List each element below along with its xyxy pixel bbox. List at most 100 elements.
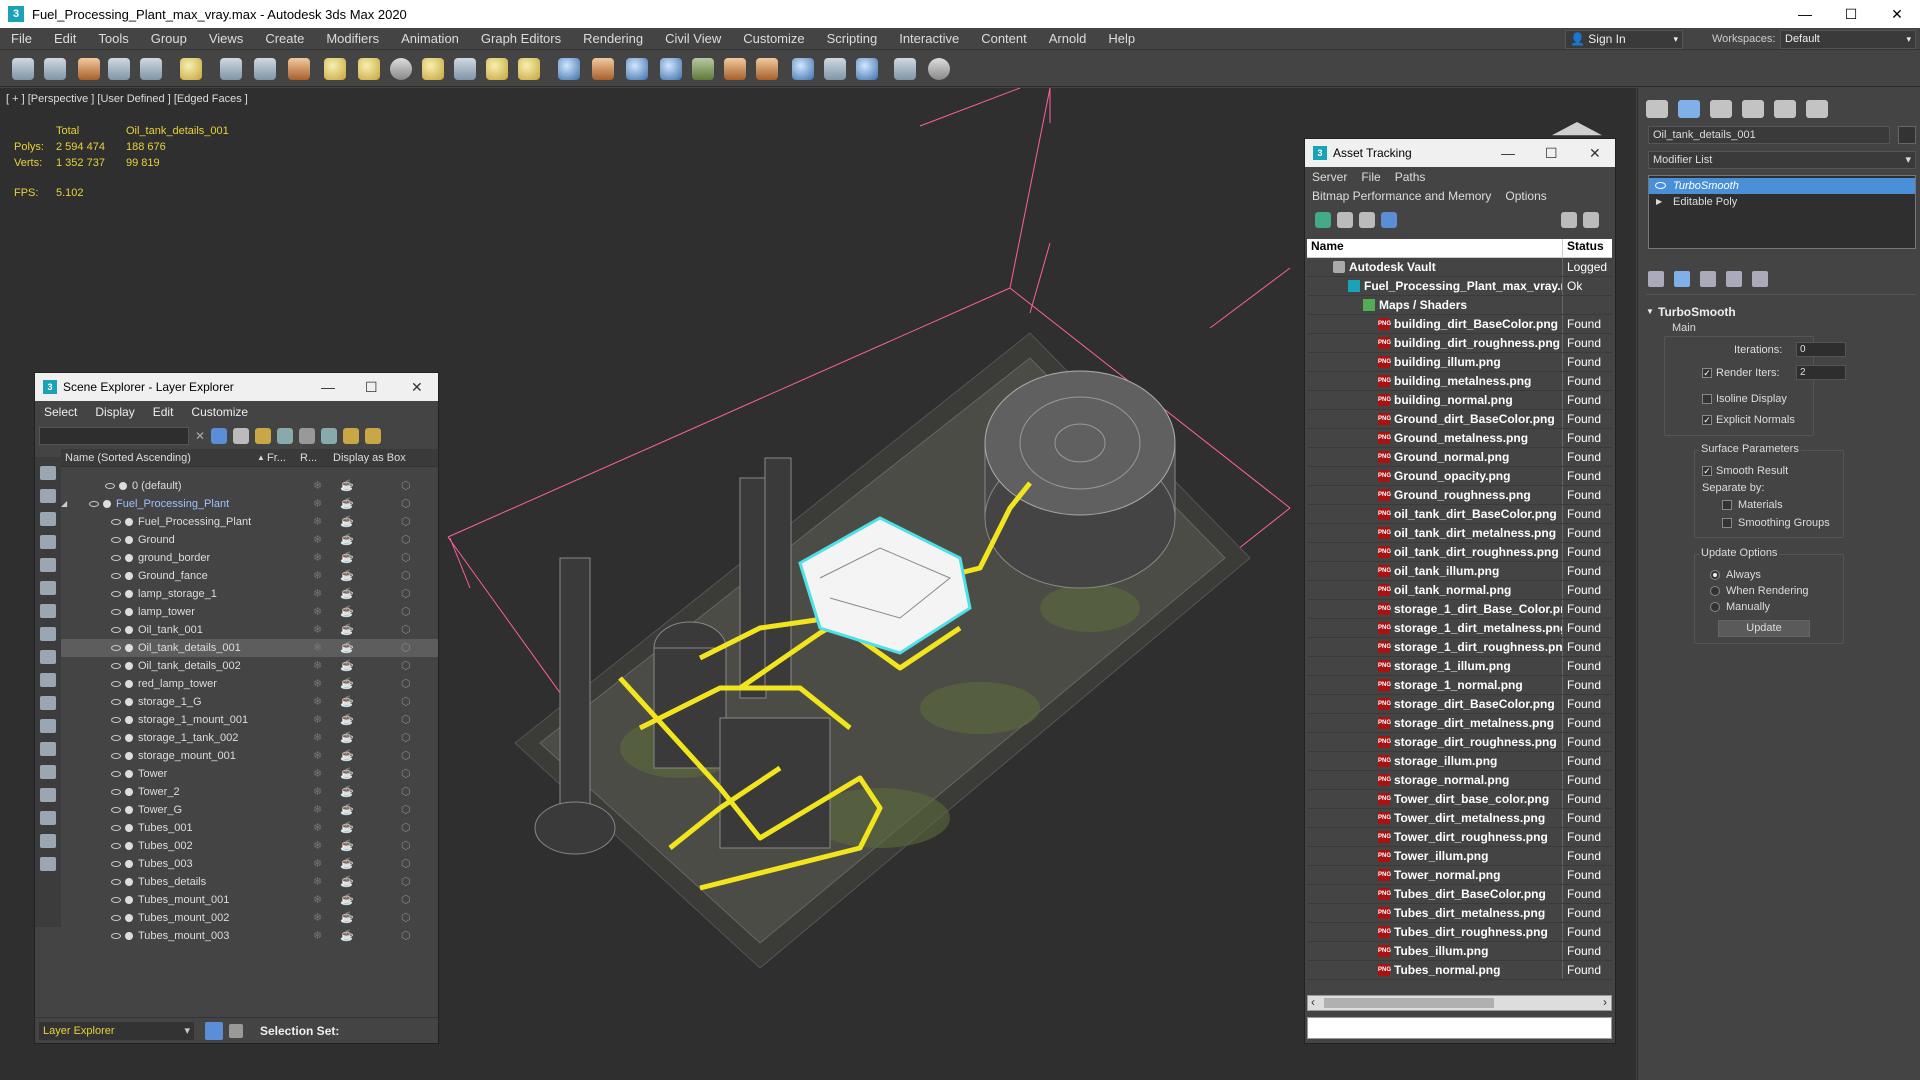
freeze-icon[interactable]: ❄ [313,693,322,711]
hierarchy-toggle-icon[interactable] [229,1024,243,1038]
table-row[interactable]: PNG storage_1_dirt_Base_Color.png Found [1307,600,1612,619]
isoline-display-checkbox[interactable] [1702,394,1712,404]
light-icon[interactable] [486,58,508,80]
array-icon[interactable] [558,58,580,80]
unlink-icon[interactable] [108,58,130,80]
layer-row[interactable]: ◢ Fuel_Processing_Plant ❄ ☕ ⬡ [61,495,438,513]
display-as-box-icon[interactable]: ⬡ [401,891,411,909]
new-layer-icon[interactable] [255,428,272,444]
table-row[interactable]: PNG building_normal.png Found [1307,391,1612,410]
display-as-box-icon[interactable]: ⬡ [401,819,411,837]
visibility-eye-icon[interactable] [111,771,121,777]
menu-server[interactable]: Server [1305,170,1354,184]
freeze-icon[interactable]: ❄ [313,873,322,891]
visibility-eye-icon[interactable] [111,789,121,795]
column-name[interactable]: Name (Sorted Ascending) [61,452,257,464]
display-as-box-icon[interactable]: ⬡ [401,711,411,729]
link-icon[interactable] [78,58,100,80]
folder-icon[interactable] [40,857,56,871]
refresh-icon[interactable] [1315,212,1331,228]
maximize-button[interactable]: ☐ [1545,139,1558,167]
table-row[interactable]: PNG oil_tank_illum.png Found [1307,562,1612,581]
renderable-icon[interactable]: ☕ [340,585,354,603]
display-tab-icon[interactable] [1774,100,1796,118]
clear-search-icon[interactable]: ✕ [195,429,205,443]
expand-arrow-icon[interactable]: ▶ [1656,194,1662,210]
display-as-box-icon[interactable]: ⬡ [401,549,411,567]
menu-modifiers[interactable]: Modifiers [315,28,390,50]
column-display-as-box[interactable]: Display as Box [333,452,406,464]
motion-tab-icon[interactable] [1742,100,1764,118]
table-row[interactable]: PNG Tubes_illum.png Found [1307,942,1612,961]
menu-paths[interactable]: Paths [1388,170,1433,184]
table-row[interactable]: PNG Ground_metalness.png Found [1307,429,1612,448]
table-row[interactable]: PNG building_dirt_BaseColor.png Found [1307,315,1612,334]
search-input[interactable] [39,427,189,445]
display-as-box-icon[interactable]: ⬡ [401,873,411,891]
close-button[interactable]: ✕ [411,373,423,401]
table-row[interactable]: PNG Tower_dirt_metalness.png Found [1307,809,1612,828]
modify-tab-icon[interactable] [1678,100,1700,118]
visibility-eye-icon[interactable] [111,663,121,669]
renderable-icon[interactable]: ☕ [340,675,354,693]
teapot-icon[interactable] [422,58,444,80]
table-row[interactable]: PNG Ground_opacity.png Found [1307,467,1612,486]
display-as-box-icon[interactable]: ⬡ [401,531,411,549]
layer-row[interactable]: lamp_storage_1 ❄ ☕ ⬡ [61,585,438,603]
filter-icon[interactable] [40,811,56,825]
visibility-eye-icon[interactable] [111,519,121,525]
layer-row[interactable]: Tower_2 ❄ ☕ ⬡ [61,783,438,801]
layer-row[interactable]: storage_1_tank_002 ❄ ☕ ⬡ [61,729,438,747]
menu-group[interactable]: Group [140,28,198,50]
smoothing-groups-checkbox[interactable] [1722,518,1732,528]
freeze-icon[interactable]: ❄ [313,783,322,801]
pin-stack-icon[interactable] [1648,271,1664,287]
rotate-icon[interactable] [254,58,276,80]
scroll-right-icon[interactable]: › [1603,995,1607,1009]
freeze-icon[interactable]: ❄ [313,801,322,819]
reactor-icon[interactable] [626,58,648,80]
table-row[interactable]: Autodesk Vault Logged [1307,258,1612,277]
renderable-icon[interactable]: ☕ [340,477,354,495]
update-when-rendering-radio[interactable] [1710,586,1720,596]
display-as-box-icon[interactable]: ⬡ [401,693,411,711]
layer-row[interactable]: Tubes_001 ❄ ☕ ⬡ [61,819,438,837]
detail-view-icon[interactable] [1359,212,1375,228]
lock-icon[interactable] [233,428,250,444]
layer-row[interactable]: Oil_tank_001 ❄ ☕ ⬡ [61,621,438,639]
menu-edit[interactable]: Edit [43,28,87,50]
column-frozen[interactable]: Fr... [267,452,300,464]
update-always-radio[interactable] [1710,570,1720,580]
freeze-icon[interactable]: ❄ [313,477,322,495]
stack-item-editable-poly[interactable]: ▶ Editable Poly [1649,194,1915,210]
minimize-button[interactable]: — [321,373,335,401]
table-row[interactable]: PNG storage_dirt_metalness.png Found [1307,714,1612,733]
visibility-eye-icon[interactable] [111,699,121,705]
scrollbar-thumb[interactable] [1324,998,1494,1008]
display-shapes-icon[interactable] [40,512,56,526]
layer-row[interactable]: Tubes_003 ❄ ☕ ⬡ [61,855,438,873]
visibility-eye-icon[interactable] [111,537,121,543]
table-row[interactable]: PNG Ground_roughness.png Found [1307,486,1612,505]
move-icon[interactable] [220,58,242,80]
visibility-eye-icon[interactable] [89,501,99,507]
visibility-eye-icon[interactable] [111,879,121,885]
renderable-icon[interactable]: ☕ [340,729,354,747]
display-none-icon[interactable] [40,466,56,480]
layers-icon[interactable] [277,428,294,444]
display-hidden-icon[interactable] [40,742,56,756]
freeze-icon[interactable]: ❄ [313,891,322,909]
settings-icon[interactable] [1583,212,1599,228]
display-as-box-icon[interactable]: ⬡ [401,567,411,585]
layer-row[interactable]: Ground ❄ ☕ ⬡ [61,531,438,549]
menu-options[interactable]: Options [1498,189,1553,203]
table-row[interactable]: PNG building_dirt_roughness.png Found [1307,334,1612,353]
sun-icon[interactable] [518,58,540,80]
table-row[interactable]: PNG storage_normal.png Found [1307,771,1612,790]
menu-content[interactable]: Content [970,28,1038,50]
stack-item-turbosmooth[interactable]: TurboSmooth [1649,178,1915,194]
redo-icon[interactable] [44,58,66,80]
table-row[interactable]: PNG Tower_dirt_roughness.png Found [1307,828,1612,847]
renderable-icon[interactable]: ☕ [340,513,354,531]
display-as-box-icon[interactable]: ⬡ [401,729,411,747]
